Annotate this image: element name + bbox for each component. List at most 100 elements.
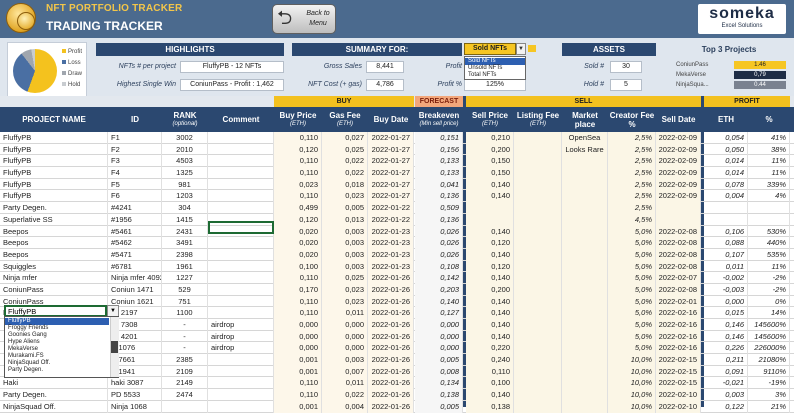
cell-creator-fee[interactable]: 2,5% xyxy=(608,132,656,144)
cell-id[interactable]: F3 xyxy=(108,155,162,168)
cell-profit-pct[interactable]: -2% xyxy=(748,283,790,296)
cell-buy-price[interactable]: 0,120 xyxy=(274,213,322,226)
cell-rank[interactable]: - xyxy=(162,330,208,343)
cell-profit-pct[interactable]: 145600% xyxy=(748,319,790,331)
cell-sell-price[interactable]: 0,210 xyxy=(466,132,514,144)
cell-comment[interactable] xyxy=(208,167,274,179)
cell-listing-fee[interactable] xyxy=(514,272,562,284)
col-breakeven[interactable]: Breakeven (Min sell price) xyxy=(415,107,463,132)
cell-breakeven[interactable]: 0,127 xyxy=(415,307,463,319)
cell-creator-fee[interactable]: 4,5% xyxy=(608,213,656,226)
cell-listing-fee[interactable] xyxy=(514,342,562,355)
col-gas-fee[interactable]: Gas Fee (ETH) xyxy=(322,107,368,132)
cell-rank[interactable]: 4503 xyxy=(162,155,208,168)
cell-project[interactable]: FluffyPB xyxy=(0,167,108,179)
cell-buy-date[interactable]: 2022-01-26 xyxy=(368,330,414,343)
cell-profit-pct[interactable]: -2% xyxy=(748,272,790,284)
col-creator-fee[interactable]: Creator Fee% xyxy=(608,107,656,132)
cell-marketplace[interactable]: Looks Rare xyxy=(562,143,608,156)
cell-gas-fee[interactable]: 0,003 xyxy=(322,225,368,238)
cell-listing-fee[interactable] xyxy=(514,260,562,273)
cell-id[interactable]: #5462 xyxy=(108,237,162,249)
cell-sell-price[interactable]: 0,240 xyxy=(466,354,514,366)
cell-creator-fee[interactable]: 10,0% xyxy=(608,377,656,390)
cell-listing-fee[interactable] xyxy=(514,143,562,156)
cell-gas-fee[interactable]: 0,003 xyxy=(322,354,368,366)
cell-creator-fee[interactable]: 2,5% xyxy=(608,143,656,156)
cell-breakeven[interactable]: 0,203 xyxy=(415,283,463,296)
col-id[interactable]: ID xyxy=(108,107,162,132)
cell-project[interactable]: Party Degen. xyxy=(0,389,108,401)
cell-gas-fee[interactable]: 0,000 xyxy=(322,330,368,343)
cell-listing-fee[interactable] xyxy=(514,155,562,168)
cell-id[interactable]: #5461 xyxy=(108,225,162,238)
cell-profit-eth[interactable]: 0,146 xyxy=(704,319,748,331)
cell-buy-date[interactable]: 2022-01-26 xyxy=(368,319,414,331)
cell-profit-eth[interactable]: -0,002 xyxy=(704,272,748,284)
cell-sell-price[interactable]: 0,150 xyxy=(466,167,514,179)
cell-listing-fee[interactable] xyxy=(514,237,562,249)
cell-listing-fee[interactable] xyxy=(514,178,562,191)
cell-breakeven[interactable]: 0,005 xyxy=(415,354,463,366)
cell-buy-date[interactable]: 2022-01-23 xyxy=(368,248,414,261)
cell-breakeven[interactable]: 0,140 xyxy=(415,295,463,308)
cell-breakeven[interactable]: 0,041 xyxy=(415,178,463,191)
cell-marketplace[interactable] xyxy=(562,237,608,249)
cell-sell-price[interactable]: 0,150 xyxy=(466,155,514,168)
cell-creator-fee[interactable]: 5,0% xyxy=(608,283,656,296)
cell-sell-date[interactable]: 2022-02-08 xyxy=(656,283,701,296)
cell-rank[interactable]: - xyxy=(162,342,208,355)
cell-buy-date[interactable]: 2022-01-27 xyxy=(368,132,414,144)
col-buy-price[interactable]: Buy Price (ETH) xyxy=(274,107,322,132)
cell-project[interactable]: ConiunPass xyxy=(0,283,108,296)
cell-profit-eth[interactable]: 0,003 xyxy=(704,389,748,401)
cell-buy-date[interactable]: 2022-01-23 xyxy=(368,225,414,238)
cell-rank[interactable]: 1100 xyxy=(162,307,208,319)
cell-buy-date[interactable]: 2022-01-26 xyxy=(368,307,414,319)
cell-comment[interactable] xyxy=(208,155,274,168)
cell-buy-date[interactable]: 2022-01-27 xyxy=(368,190,414,203)
summary-filter-chevron-down-icon[interactable]: ▼ xyxy=(516,43,526,55)
cell-listing-fee[interactable] xyxy=(514,225,562,238)
dropdown-option[interactable]: Party Degen. xyxy=(5,367,109,374)
cell-rank[interactable]: 2149 xyxy=(162,377,208,390)
cell-sell-date[interactable]: 2022-02-09 xyxy=(656,143,701,156)
cell-listing-fee[interactable] xyxy=(514,132,562,144)
cell-buy-price[interactable]: 0,110 xyxy=(274,155,322,168)
cell-marketplace[interactable] xyxy=(562,178,608,191)
cell-gas-fee[interactable]: 0,022 xyxy=(322,167,368,179)
col-comment[interactable]: Comment xyxy=(208,107,274,132)
cell-listing-fee[interactable] xyxy=(514,307,562,319)
cell-rank[interactable]: 1415 xyxy=(162,213,208,226)
cell-buy-date[interactable]: 2022-01-26 xyxy=(368,354,414,366)
cell-listing-fee[interactable] xyxy=(514,202,562,214)
cell-gas-fee[interactable]: 0,023 xyxy=(322,283,368,296)
cell-gas-fee[interactable]: 0,003 xyxy=(322,237,368,249)
col-profit-eth[interactable]: ETH xyxy=(704,107,748,132)
cell-profit-pct[interactable]: 226000% xyxy=(748,342,790,355)
cell-sell-price[interactable]: 0,200 xyxy=(466,283,514,296)
cell-buy-date[interactable]: 2022-01-23 xyxy=(368,260,414,273)
dropdown-option[interactable]: Hype Aliens xyxy=(5,339,109,346)
cell-breakeven[interactable]: 0,509 xyxy=(415,202,463,214)
cell-gas-fee[interactable]: 0,018 xyxy=(322,178,368,191)
col-profit-pct[interactable]: % xyxy=(748,107,790,132)
cell-profit-eth[interactable]: 0,014 xyxy=(704,167,748,179)
cell-breakeven[interactable]: 0,000 xyxy=(415,330,463,343)
cell-sell-date[interactable]: 2022-02-09 xyxy=(656,155,701,168)
cell-profit-eth[interactable]: 0,014 xyxy=(704,155,748,168)
cell-gas-fee[interactable]: 0,000 xyxy=(322,342,368,355)
cell-project[interactable]: FluffyPB xyxy=(0,155,108,168)
cell-breakeven[interactable]: 0,108 xyxy=(415,260,463,273)
cell-project[interactable]: Beepos xyxy=(0,248,108,261)
cell-gas-fee[interactable]: 0,005 xyxy=(322,202,368,214)
cell-creator-fee[interactable]: 5,0% xyxy=(608,307,656,319)
cell-buy-date[interactable]: 2022-01-23 xyxy=(368,237,414,249)
cell-sell-date[interactable]: 2022-02-16 xyxy=(656,319,701,331)
cell-rank[interactable]: 2474 xyxy=(162,389,208,401)
dropdown-option[interactable]: Murakami.FS xyxy=(5,353,109,360)
cell-profit-pct[interactable] xyxy=(748,213,790,226)
cell-buy-date[interactable]: 2022-01-22 xyxy=(368,213,414,226)
cell-id[interactable]: #4241 xyxy=(108,202,162,214)
cell-buy-price[interactable]: 0,000 xyxy=(274,330,322,343)
